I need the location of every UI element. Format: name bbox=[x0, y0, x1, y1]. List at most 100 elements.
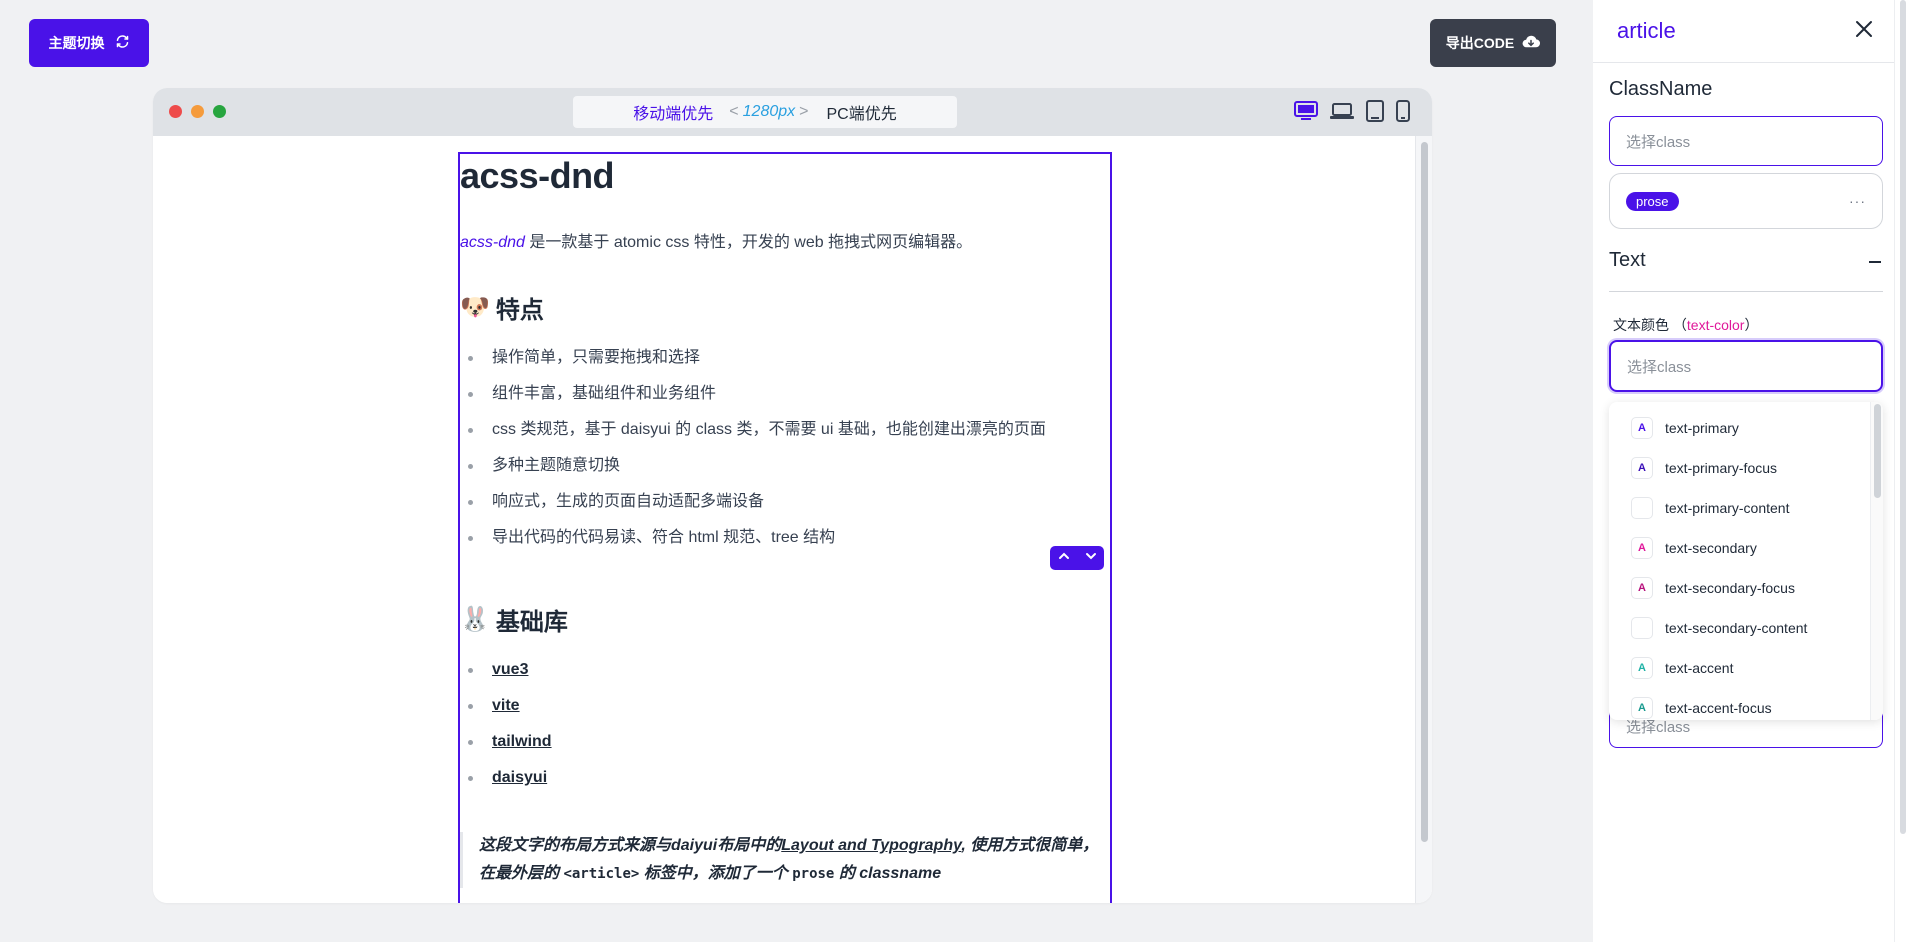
move-down-icon[interactable] bbox=[1085, 549, 1097, 567]
dropdown-option-label: text-secondary bbox=[1665, 540, 1757, 556]
tablet-icon[interactable] bbox=[1366, 100, 1384, 122]
panel-header: article bbox=[1593, 0, 1895, 63]
list-item: 操作简单，只需要拖拽和选择 bbox=[460, 340, 1046, 376]
libs-title: 基础库 bbox=[495, 609, 568, 636]
cloud-download-icon bbox=[1522, 34, 1541, 53]
color-swatch-icon: A bbox=[1631, 537, 1653, 559]
color-swatch-icon: A bbox=[1631, 577, 1653, 599]
paren-close: ） bbox=[1744, 317, 1759, 333]
text-color-placeholder: 选择class bbox=[1627, 358, 1692, 376]
right-chevron: > bbox=[799, 103, 809, 120]
color-swatch-icon bbox=[1631, 497, 1653, 519]
dropdown-scrollbar[interactable] bbox=[1870, 402, 1883, 720]
dropdown-option-label: text-secondary-content bbox=[1665, 620, 1808, 636]
quote-text: 这段文字的布局方式来源与daiyui布局中的 bbox=[479, 837, 782, 854]
list-item: daisyui bbox=[460, 760, 552, 796]
lib-link-vite[interactable]: vite bbox=[492, 697, 520, 714]
move-controls bbox=[1050, 546, 1104, 570]
dropdown-option[interactable]: Atext-secondary bbox=[1609, 528, 1883, 568]
panel-scrollbar[interactable] bbox=[1894, 0, 1911, 942]
panel-title: article bbox=[1617, 18, 1676, 43]
classname-label: ClassName bbox=[1609, 78, 1713, 100]
theme-switch-button[interactable]: 主题切换 bbox=[29, 19, 149, 67]
close-icon[interactable] bbox=[1854, 19, 1874, 44]
dropdown-option-label: text-secondary-focus bbox=[1665, 580, 1795, 596]
breakpoint-bar: 移动端优先 < 1280px > PC端优先 bbox=[573, 96, 957, 128]
preview-scroll-thumb[interactable] bbox=[1421, 142, 1428, 842]
dropdown-scroll-thumb[interactable] bbox=[1874, 404, 1881, 498]
list-item: vue3 bbox=[460, 652, 552, 688]
classname-placeholder: 选择class bbox=[1626, 133, 1691, 151]
text-color-select[interactable]: 选择class bbox=[1609, 340, 1883, 392]
mobile-first-toggle[interactable]: 移动端优先 bbox=[633, 100, 713, 124]
dropdown-option[interactable]: Atext-accent-focus bbox=[1609, 688, 1883, 720]
text-color-dropdown: Atext-primary Atext-primary-focus text-pri… bbox=[1609, 402, 1883, 720]
list-item: 组件丰富，基础组件和业务组件 bbox=[460, 376, 1046, 412]
desktop-icon[interactable] bbox=[1294, 101, 1318, 121]
lib-link-tailwind[interactable]: tailwind bbox=[492, 733, 552, 750]
color-swatch-icon: A bbox=[1631, 697, 1653, 719]
color-swatch-icon: A bbox=[1631, 657, 1653, 679]
collapse-icon[interactable] bbox=[1869, 261, 1881, 263]
field-key: text-color bbox=[1686, 317, 1745, 333]
text-color-label: 文本颜色 （text-color） bbox=[1613, 315, 1758, 335]
window-minimize-dot bbox=[191, 105, 204, 118]
intro-emphasis: acss-dnd bbox=[460, 234, 525, 251]
phone-icon[interactable] bbox=[1396, 100, 1410, 122]
text-section-title: Text bbox=[1609, 249, 1646, 271]
article-blockquote: 这段文字的布局方式来源与daiyui布局中的Layout and Typogra… bbox=[460, 832, 1100, 888]
laptop-icon[interactable] bbox=[1330, 102, 1354, 120]
list-item: 导出代码的代码易读、符合 html 规范、tree 结构 bbox=[460, 520, 1046, 556]
panel-scroll-thumb[interactable] bbox=[1900, 0, 1906, 834]
paren-open: （ bbox=[1672, 317, 1687, 333]
selected-article[interactable]: acss-dnd acss-dnd 是一款基于 atomic css 特性，开发… bbox=[458, 152, 1112, 903]
browser-toolbar: 移动端优先 < 1280px > PC端优先 bbox=[153, 88, 1432, 136]
dropdown-option[interactable]: Atext-primary-focus bbox=[1609, 448, 1883, 488]
intro-text: 是一款基于 atomic css 特性，开发的 web 拖拽式网页编辑器。 bbox=[524, 234, 973, 251]
dropdown-option[interactable]: Atext-primary bbox=[1609, 408, 1883, 448]
color-swatch-icon bbox=[1631, 617, 1653, 639]
breakpoint-value: 1280px bbox=[742, 103, 796, 120]
layout-typography-link[interactable]: Layout and Typography bbox=[781, 837, 961, 854]
dog-emoji-icon: 🐶 bbox=[460, 294, 490, 321]
theme-switch-label: 主题切换 bbox=[48, 35, 105, 51]
list-item: 多种主题随意切换 bbox=[460, 448, 1046, 484]
list-item: 响应式，生成的页面自动适配多端设备 bbox=[460, 484, 1046, 520]
dropdown-option-label: text-accent-focus bbox=[1665, 700, 1772, 716]
libs-list: vue3 vite tailwind daisyui bbox=[460, 652, 552, 796]
features-heading: 🐶 特点 bbox=[460, 290, 544, 325]
pc-first-toggle[interactable]: PC端优先 bbox=[826, 100, 896, 124]
article-intro: acss-dnd 是一款基于 atomic css 特性，开发的 web 拖拽式… bbox=[460, 228, 972, 252]
features-list: 操作简单，只需要拖拽和选择 组件丰富，基础组件和业务组件 css 类规范，基于 … bbox=[460, 340, 1046, 556]
article-title: acss-dnd bbox=[460, 155, 615, 196]
window-close-dot bbox=[169, 105, 182, 118]
next-class-placeholder: 选择class bbox=[1626, 719, 1691, 736]
libs-heading: 🐰 基础库 bbox=[460, 602, 568, 637]
lib-link-daisyui[interactable]: daisyui bbox=[492, 769, 547, 786]
list-item: css 类规范，基于 daisyui 的 class 类，不需要 ui 基础，也… bbox=[460, 412, 1046, 448]
device-switcher bbox=[1294, 100, 1410, 122]
dropdown-option[interactable]: Atext-secondary-focus bbox=[1609, 568, 1883, 608]
quote-code-article: <article> bbox=[563, 866, 640, 882]
classname-select[interactable]: 选择class bbox=[1609, 116, 1883, 166]
window-maximize-dot bbox=[213, 105, 226, 118]
features-title: 特点 bbox=[495, 297, 544, 324]
dropdown-option[interactable]: text-secondary-content bbox=[1609, 608, 1883, 648]
dropdown-option[interactable]: text-primary-content bbox=[1609, 488, 1883, 528]
export-code-label: 导出CODE bbox=[1445, 35, 1515, 51]
rabbit-emoji-icon: 🐰 bbox=[460, 606, 490, 633]
list-item: tailwind bbox=[460, 724, 552, 760]
export-code-button[interactable]: 导出CODE bbox=[1430, 19, 1556, 67]
dropdown-option-label: text-primary-content bbox=[1665, 500, 1790, 516]
preview-canvas: acss-dnd acss-dnd 是一款基于 atomic css 特性，开发… bbox=[153, 136, 1432, 903]
more-icon[interactable]: ··· bbox=[1849, 193, 1866, 209]
quote-text: 标签中，添加了一个 bbox=[639, 865, 793, 882]
field-label-text: 文本颜色 bbox=[1613, 317, 1669, 333]
tag-prose[interactable]: prose bbox=[1626, 191, 1679, 211]
refresh-icon bbox=[115, 34, 130, 52]
preview-browser: 移动端优先 < 1280px > PC端优先 acss-dnd acss-dnd… bbox=[153, 88, 1432, 903]
lib-link-vue3[interactable]: vue3 bbox=[492, 661, 528, 678]
text-section-header[interactable]: Text bbox=[1609, 247, 1883, 292]
dropdown-option[interactable]: Atext-accent bbox=[1609, 648, 1883, 688]
move-up-icon[interactable] bbox=[1058, 549, 1070, 567]
